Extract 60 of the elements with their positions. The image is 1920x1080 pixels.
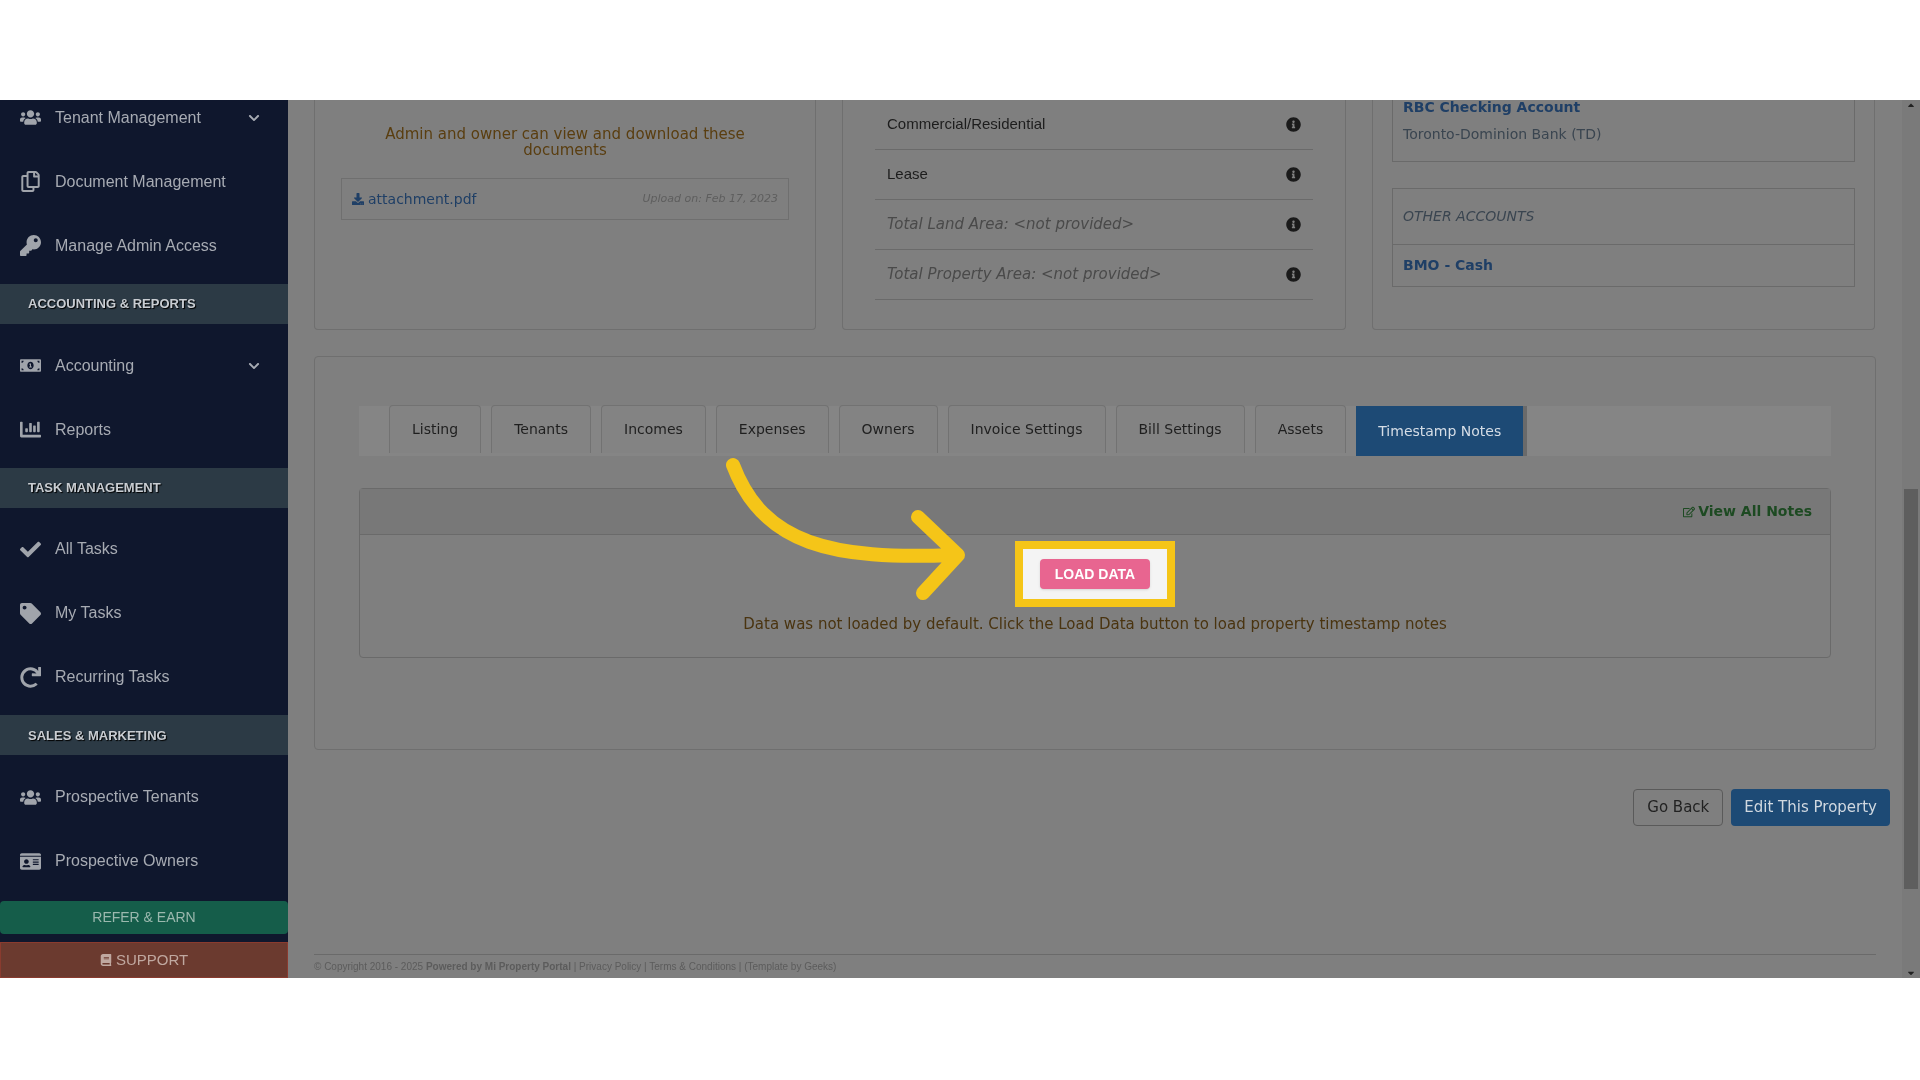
tab[interactable]: Listing (389, 405, 482, 453)
detail-text: Lease (887, 164, 928, 185)
file-link[interactable]: attachment.pdf (368, 188, 639, 210)
key-icon (20, 235, 41, 257)
sidebar-item[interactable]: Reports (0, 397, 288, 462)
tab[interactable]: Expenses (715, 405, 829, 453)
edit-property-button[interactable]: Edit This Property (1731, 789, 1890, 826)
info-icon[interactable] (1286, 217, 1301, 232)
download-icon (352, 193, 364, 205)
book-icon (99, 954, 112, 966)
info-icon[interactable] (1286, 167, 1301, 182)
go-back-button[interactable]: Go Back (1633, 789, 1724, 826)
tab[interactable]: Assets (1254, 405, 1347, 453)
tab[interactable]: Owners (838, 405, 938, 453)
sidebar-section-header: ACCOUNTING & REPORTS (0, 283, 288, 324)
account-item: BMO - Cash (1402, 256, 1495, 275)
sidebar-item-label: My Tasks (55, 603, 123, 624)
refer-button[interactable]: REFER & EARN (0, 901, 288, 935)
load-data-button[interactable]: LOAD DATA (1039, 559, 1151, 589)
view-all-notes-link[interactable]: View All Notes (1683, 501, 1812, 522)
tag-icon (20, 602, 41, 624)
sidebar-item-label: Prospective Owners (55, 851, 200, 872)
info-icon[interactable] (1286, 267, 1301, 282)
sidebar-section-header: SALES & MARKETING (0, 715, 288, 756)
account-name: RBC Checking Account (1403, 97, 1582, 117)
notes-message: Data was not loaded by default. Click the Load Data button to load property timestamp notes (743, 614, 1447, 635)
info-icon[interactable] (1286, 117, 1301, 132)
sidebar-item[interactable]: Recurring Tasks (0, 645, 288, 710)
sidebar-item[interactable]: Prospective Owners (0, 829, 288, 894)
tab[interactable]: Invoice Settings (947, 405, 1106, 453)
sidebar-item-label: Recurring Tasks (55, 667, 171, 688)
sidebar-item[interactable]: My Tasks (0, 581, 288, 646)
refresh-icon (20, 666, 41, 688)
bank-name: Toronto-Dominion Bank (TD) (1403, 124, 1603, 144)
sidebar-item-label: Accounting (55, 355, 136, 376)
documents-heading: Admin and owner can view and download these documents (384, 126, 746, 158)
scroll-thumb[interactable] (1904, 489, 1918, 889)
id-card-icon (20, 850, 41, 872)
sidebar-item-label: Tenant Management (55, 107, 202, 128)
sidebar-item[interactable]: Manage Admin Access (0, 213, 288, 278)
sidebar-item-label: Manage Admin Access (55, 235, 218, 256)
sidebar-item[interactable]: Tenant Management (0, 100, 288, 150)
tab[interactable]: Timestamp Notes (1356, 406, 1528, 456)
sidebar-item-label: All Tasks (55, 539, 119, 560)
tab[interactable]: Bill Settings (1115, 405, 1245, 453)
sidebar-item-label: Reports (55, 419, 113, 440)
tab[interactable]: Tenants (491, 405, 592, 453)
other-accounts-heading: OTHER ACCOUNTS (1393, 189, 1854, 245)
sidebar-section-header: TASK MANAGEMENT (0, 467, 288, 508)
sidebar-item[interactable]: Prospective Tenants (0, 765, 288, 830)
documents-icon (20, 171, 41, 193)
tab[interactable]: Incomes (601, 405, 706, 453)
sidebar-item[interactable]: All Tasks (0, 517, 288, 582)
sidebar-item-label: Prospective Tenants (55, 787, 200, 808)
sidebar-item-label: Document Management (55, 171, 227, 192)
sidebar-item[interactable]: Document Management (0, 149, 288, 214)
detail-text: Commercial/Residential (887, 114, 1046, 135)
sidebar-item[interactable]: Accounting (0, 333, 288, 398)
note-icon (1683, 505, 1696, 518)
support-button[interactable]: SUPPORT (0, 942, 288, 978)
